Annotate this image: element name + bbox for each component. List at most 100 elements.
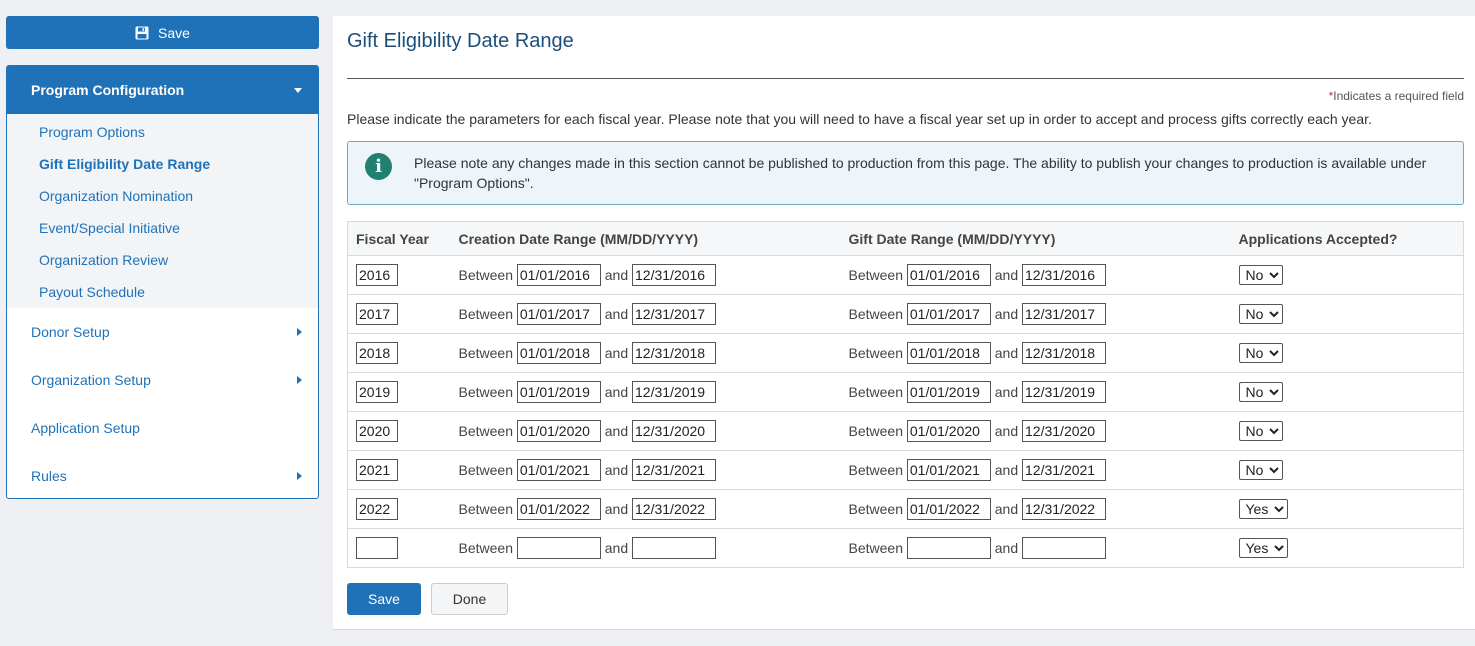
gift-date-range-cell: Between and: [848, 294, 1239, 334]
creation-start-date-input[interactable]: [516, 498, 601, 520]
table-row: Between and Between and Yes: [347, 489, 1464, 529]
nav-item-label: Donor Setup: [31, 324, 110, 340]
nav-sub-item-organization-review[interactable]: Organization Review: [7, 244, 318, 276]
and-label: and: [994, 501, 1019, 517]
fiscal-year-cell: [347, 333, 459, 373]
and-label: and: [994, 462, 1019, 478]
nav-sub-item-payout-schedule[interactable]: Payout Schedule: [7, 276, 318, 308]
between-label: Between: [458, 345, 513, 361]
creation-start-date-input[interactable]: [516, 459, 601, 481]
fiscal-year-cell: [347, 372, 459, 412]
and-label: and: [994, 345, 1019, 361]
between-label: Between: [458, 540, 513, 556]
creation-start-date-input[interactable]: [516, 381, 601, 403]
applications-accepted-select[interactable]: No: [1238, 265, 1283, 285]
gift-start-date-input[interactable]: [906, 537, 991, 559]
applications-accepted-cell: No: [1238, 333, 1464, 373]
creation-start-date-input[interactable]: [516, 420, 601, 442]
gift-start-date-input[interactable]: [906, 303, 991, 325]
between-label: Between: [848, 384, 903, 400]
nav-section-program-configuration[interactable]: Program Configuration: [7, 66, 318, 114]
applications-accepted-select[interactable]: No: [1238, 421, 1283, 441]
gift-end-date-input[interactable]: [1022, 303, 1107, 325]
fiscal-year-input[interactable]: [356, 264, 398, 286]
fiscal-year-cell: [347, 450, 459, 490]
creation-end-date-input[interactable]: [632, 537, 717, 559]
fiscal-year-input[interactable]: [356, 303, 398, 325]
fiscal-year-input[interactable]: [356, 498, 398, 520]
gift-date-range-cell: Between and: [848, 333, 1239, 373]
gift-start-date-input[interactable]: [906, 459, 991, 481]
fiscal-year-input[interactable]: [356, 381, 398, 403]
creation-date-range-cell: Between and: [458, 489, 849, 529]
floppy-disk-icon: [135, 26, 149, 39]
and-label: and: [994, 267, 1019, 283]
between-label: Between: [848, 267, 903, 283]
nav-item-organization-setup[interactable]: Organization Setup: [7, 356, 318, 404]
between-label: Between: [848, 462, 903, 478]
between-label: Between: [848, 345, 903, 361]
nav-item-donor-setup[interactable]: Donor Setup: [7, 308, 318, 356]
gift-date-range-cell: Between and: [848, 372, 1239, 412]
applications-accepted-select[interactable]: Yes: [1238, 538, 1288, 558]
applications-accepted-select[interactable]: No: [1238, 382, 1283, 402]
applications-accepted-select[interactable]: No: [1238, 343, 1283, 363]
gift-start-date-input[interactable]: [906, 342, 991, 364]
gift-end-date-input[interactable]: [1022, 342, 1107, 364]
gift-start-date-input[interactable]: [906, 420, 991, 442]
creation-end-date-input[interactable]: [632, 303, 717, 325]
creation-end-date-input[interactable]: [632, 420, 717, 442]
gift-start-date-input[interactable]: [906, 264, 991, 286]
main-content: Gift Eligibility Date Range *Indicates a…: [333, 16, 1475, 630]
gift-date-range-cell: Between and: [848, 411, 1239, 451]
creation-end-date-input[interactable]: [632, 342, 717, 364]
gift-end-date-input[interactable]: [1022, 264, 1107, 286]
and-label: and: [604, 306, 629, 322]
fiscal-year-input[interactable]: [356, 342, 398, 364]
column-header-gift-date-range: Gift Date Range (MM/DD/YYYY): [848, 221, 1239, 256]
creation-end-date-input[interactable]: [632, 264, 717, 286]
nav-item-rules[interactable]: Rules: [7, 452, 318, 498]
sidebar-save-button[interactable]: Save: [6, 16, 319, 49]
between-label: Between: [458, 267, 513, 283]
creation-start-date-input[interactable]: [516, 264, 601, 286]
fiscal-year-input[interactable]: [356, 459, 398, 481]
applications-accepted-select[interactable]: No: [1238, 460, 1283, 480]
and-label: and: [604, 540, 629, 556]
and-label: and: [604, 423, 629, 439]
nav-item-application-setup[interactable]: Application Setup: [7, 404, 318, 452]
gift-end-date-input[interactable]: [1022, 420, 1107, 442]
fiscal-year-cell: [347, 528, 459, 568]
nav-sub-item-program-options[interactable]: Program Options: [7, 116, 318, 148]
fiscal-year-cell: [347, 489, 459, 529]
gift-end-date-input[interactable]: [1022, 459, 1107, 481]
creation-start-date-input[interactable]: [516, 537, 601, 559]
and-label: and: [994, 306, 1019, 322]
between-label: Between: [848, 423, 903, 439]
gift-start-date-input[interactable]: [906, 381, 991, 403]
save-button[interactable]: Save: [347, 583, 421, 615]
info-circle-icon: i: [365, 153, 392, 180]
between-label: Between: [458, 306, 513, 322]
applications-accepted-select[interactable]: No: [1238, 304, 1283, 324]
nav-sub-item-gift-eligibility-date-range[interactable]: Gift Eligibility Date Range: [7, 148, 318, 180]
creation-end-date-input[interactable]: [632, 381, 717, 403]
gift-date-range-cell: Between and: [848, 450, 1239, 490]
creation-date-range-cell: Between and: [458, 372, 849, 412]
nav-sub-item-organization-nomination[interactable]: Organization Nomination: [7, 180, 318, 212]
fiscal-year-input[interactable]: [356, 537, 398, 559]
and-label: and: [994, 384, 1019, 400]
creation-start-date-input[interactable]: [516, 342, 601, 364]
chevron-right-icon: [297, 472, 302, 480]
gift-start-date-input[interactable]: [906, 498, 991, 520]
creation-end-date-input[interactable]: [632, 498, 717, 520]
gift-end-date-input[interactable]: [1022, 537, 1107, 559]
creation-end-date-input[interactable]: [632, 459, 717, 481]
done-button[interactable]: Done: [431, 583, 508, 615]
gift-end-date-input[interactable]: [1022, 381, 1107, 403]
creation-start-date-input[interactable]: [516, 303, 601, 325]
nav-sub-item-event-special-initiative[interactable]: Event/Special Initiative: [7, 212, 318, 244]
fiscal-year-input[interactable]: [356, 420, 398, 442]
gift-end-date-input[interactable]: [1022, 498, 1107, 520]
applications-accepted-select[interactable]: Yes: [1238, 499, 1288, 519]
